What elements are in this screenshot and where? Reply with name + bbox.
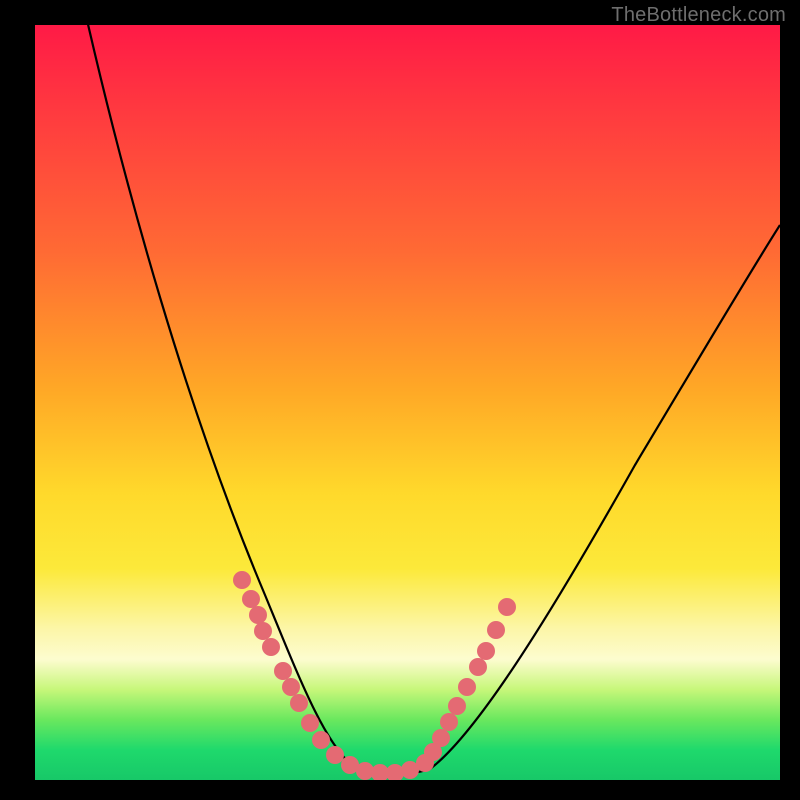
marker-cluster-bottom xyxy=(326,746,434,780)
chart-frame: TheBottleneck.com xyxy=(0,0,800,800)
marker-cluster-right xyxy=(424,598,516,761)
marker-cluster-left xyxy=(233,571,330,749)
watermark-text: TheBottleneck.com xyxy=(611,4,786,27)
curve-svg xyxy=(35,25,780,780)
plot-area xyxy=(35,25,780,780)
bottleneck-curve xyxy=(87,25,780,775)
